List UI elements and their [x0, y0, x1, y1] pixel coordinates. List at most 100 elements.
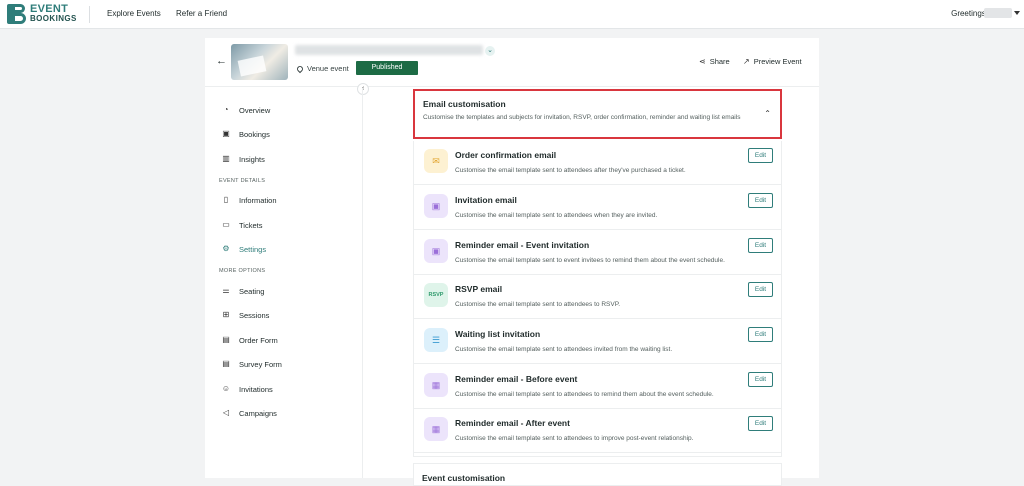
user-icon: ☺ [221, 384, 231, 393]
sidebar-item-label: Settings [239, 244, 267, 254]
email-description: Customise the email template sent to att… [455, 301, 620, 308]
chevron-down-icon[interactable] [1014, 11, 1020, 15]
email-description: Customise the email template sent to att… [455, 435, 694, 442]
bar-chart-icon: ▥ [222, 154, 230, 163]
event-customisation-header[interactable]: Event customisation [413, 463, 782, 486]
venue-type: Venue event [295, 64, 349, 74]
sidebar-item-invitations[interactable]: ☺ Invitations [221, 384, 273, 394]
email-customisation-description: Customise the templates and subjects for… [423, 114, 741, 121]
sidebar-item-label: Bookings [239, 129, 270, 139]
megaphone-icon: ◁ [222, 408, 230, 417]
email-description: Customise the email template sent to att… [455, 212, 658, 219]
status-badge: Published [356, 61, 418, 75]
edit-button[interactable]: Edit [748, 416, 773, 431]
email-row-order-confirmation: ✉ Order confirmation email Customise the… [414, 141, 781, 185]
preview-event-button[interactable]: ↗ Preview Event [743, 57, 802, 66]
sidebar-item-survey-form[interactable]: ▤ Survey Form [221, 359, 282, 369]
share-button[interactable]: ⋖ Share [699, 57, 730, 66]
gear-icon: ⚙ [222, 244, 230, 253]
edit-button[interactable]: Edit [748, 238, 773, 253]
sidebar-item-label: Invitations [239, 384, 273, 394]
calendar-icon: ▦ [424, 417, 448, 441]
sidebar-item-bookings[interactable]: ▣ Bookings [221, 129, 270, 139]
envelope-icon: ✉ [424, 149, 448, 173]
edit-button[interactable]: Edit [748, 193, 773, 208]
email-row-rsvp: RSVP RSVP email Customise the email temp… [414, 275, 781, 319]
sidebar-item-tickets[interactable]: ▭ Tickets [221, 220, 262, 230]
location-pin-icon [295, 64, 305, 74]
ticket-icon: ▭ [222, 220, 230, 229]
logo-mark-icon [7, 4, 26, 24]
email-row-reminder-event-invitation: ▣ Reminder email - Event invitation Cust… [414, 231, 781, 275]
greeting-text[interactable]: Greetings! [951, 9, 988, 18]
email-title: Waiting list invitation [455, 329, 541, 339]
email-description: Customise the email template sent to att… [455, 391, 714, 398]
email-row-waiting-list: ☰ Waiting list invitation Customise the … [414, 320, 781, 364]
clipboard-check-icon: ▣ [424, 239, 448, 263]
sidebar-item-settings[interactable]: ⚙ Settings [221, 244, 266, 254]
sidebar-item-overview[interactable]: ◔ Overview [221, 105, 271, 115]
logo-line-1: EVENT [30, 3, 69, 15]
email-title: Order confirmation email [455, 150, 557, 160]
clipboard-check-icon: ▣ [424, 194, 448, 218]
survey-icon: ▤ [222, 359, 230, 368]
event-header: ← ⌄ Venue event Published ⋖ Share ↗ Previe… [205, 38, 819, 87]
edit-button[interactable]: Edit [748, 282, 773, 297]
sidebar: ◔ Overview ▣ Bookings ▥ Insights EVENT DETA… [205, 88, 363, 478]
email-row-reminder-after-event: ▦ Reminder email - After event Customise… [414, 409, 781, 453]
email-title: Reminder email - Before event [455, 374, 578, 384]
email-customisation-title: Email customisation [423, 99, 506, 109]
email-description: Customise the email template sent to att… [455, 346, 673, 353]
email-row-invitation: ▣ Invitation email Customise the email t… [414, 186, 781, 230]
event-customisation-title: Event customisation [422, 473, 506, 483]
event-bookings-logo[interactable]: EVENT BOOKINGS [7, 4, 77, 24]
sidebar-item-label: Campaigns [239, 408, 277, 418]
sidebar-item-order-form[interactable]: ▤ Order Form [221, 335, 278, 345]
email-title: Reminder email - Event invitation [455, 240, 590, 250]
email-row-reminder-before-event: ▦ Reminder email - Before event Customis… [414, 365, 781, 409]
document-icon: ▯ [223, 195, 229, 204]
logo-line-2: BOOKINGS [30, 14, 77, 23]
email-template-list: ✉ Order confirmation email Customise the… [413, 141, 782, 457]
event-thumbnail [231, 44, 288, 80]
sidebar-item-label: Insights [239, 154, 265, 164]
sidebar-item-label: Information [239, 195, 277, 205]
sidebar-item-label: Tickets [239, 220, 263, 230]
sidebar-item-seating[interactable]: ⚌ Seating [221, 286, 264, 296]
sidebar-item-sessions[interactable]: ⊞ Sessions [221, 310, 270, 320]
sidebar-item-insights[interactable]: ▥ Insights [221, 154, 265, 164]
share-label: Share [709, 57, 730, 66]
edit-button[interactable]: Edit [748, 327, 773, 342]
gauge-icon: ◔ [223, 105, 229, 114]
section-heading-more-options: MORE OPTIONS [219, 268, 266, 274]
chevron-down-icon[interactable]: ⌄ [485, 46, 495, 56]
list-icon: ☰ [424, 328, 448, 352]
sidebar-item-campaigns[interactable]: ◁ Campaigns [221, 408, 277, 418]
email-title: Invitation email [455, 195, 517, 205]
share-icon: ⋖ [699, 57, 706, 66]
edit-button[interactable]: Edit [748, 148, 773, 163]
section-heading-event-details: EVENT DETAILS [219, 178, 266, 184]
sliders-icon: ⚌ [222, 286, 230, 295]
email-customisation-header[interactable]: Email customisation Customise the templa… [413, 89, 782, 139]
email-title: Reminder email - After event [455, 418, 570, 428]
chevron-up-icon[interactable]: ⌃ [764, 109, 771, 118]
sidebar-item-label: Survey Form [239, 359, 282, 369]
external-link-icon: ↗ [743, 57, 750, 66]
back-arrow-icon[interactable]: ← [216, 55, 227, 67]
calendar-icon: ▦ [424, 373, 448, 397]
nav-explore-events[interactable]: Explore Events [107, 9, 161, 18]
edit-button[interactable]: Edit [748, 372, 773, 387]
divider [89, 6, 90, 23]
user-name-redacted[interactable] [984, 8, 1012, 18]
sidebar-item-information[interactable]: ▯ Information [221, 195, 277, 205]
grid-icon: ⊞ [222, 310, 230, 319]
sidebar-item-label: Sessions [239, 310, 270, 320]
calendar-icon: ▣ [222, 129, 230, 138]
nav-refer-a-friend[interactable]: Refer a Friend [176, 9, 227, 18]
email-description: Customise the email template sent to eve… [455, 257, 725, 264]
email-title: RSVP email [455, 284, 503, 294]
sidebar-item-label: Order Form [239, 335, 278, 345]
event-title-redacted [295, 45, 483, 55]
sidebar-item-label: Overview [239, 105, 271, 115]
